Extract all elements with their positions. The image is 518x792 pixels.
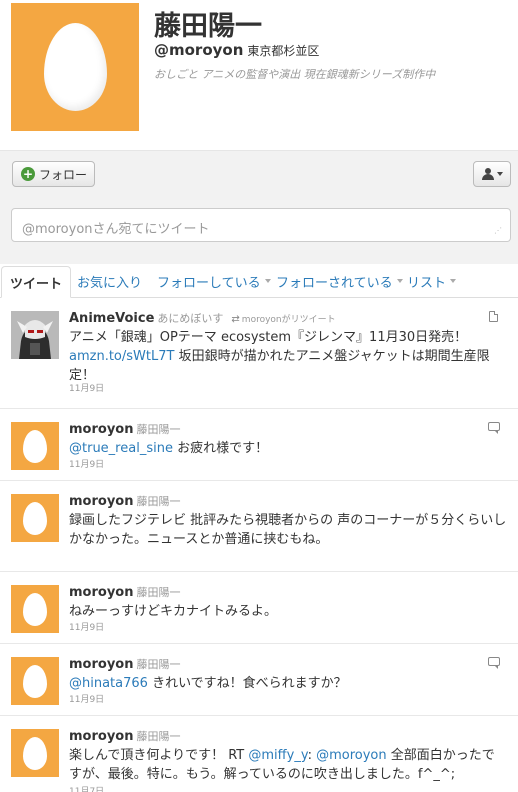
tweet-username[interactable]: AnimeVoice <box>69 311 154 326</box>
tweet-text: @hinata766 きれいですね！食べられますか？ <box>69 674 507 693</box>
tweet-mention[interactable]: @hinata766 <box>69 676 148 691</box>
tab-label: リスト <box>407 275 447 291</box>
profile-bio: おしごと アニメの監督や演出 現在銀魂新シリーズ制作中 <box>154 68 436 81</box>
tweet-text-line: 楽しんで頂き何よりです！ RT <box>69 748 249 763</box>
tweet-item[interactable]: AnimeVoice あにめぼいす ⇄ moroyonがリツイート アニメ「銀魂」OP… <box>0 298 518 409</box>
tweet-text: アニメ「銀魂」OPテーマ ecosystem『ジレンマ』11月30日発売！ am… <box>69 328 507 385</box>
tweet-username[interactable]: moroyon <box>69 657 133 672</box>
tweet-text-line: お疲れ様です！ <box>172 441 269 456</box>
retweet-indicator: ⇄ moroyonがリツイート <box>231 314 336 325</box>
profile-handle: @moroyon 東京都杉並区 <box>154 41 319 59</box>
reply-icon[interactable] <box>488 422 500 434</box>
tab-following[interactable]: フォローしている <box>157 270 271 292</box>
tweet-timestamp[interactable]: 11月9日 <box>69 381 104 394</box>
document-icon[interactable] <box>489 311 498 322</box>
tweet-timestamp[interactable]: 11月9日 <box>69 457 104 470</box>
tab-followers[interactable]: フォローされている <box>276 270 403 292</box>
user-actions-menu-button[interactable] <box>473 161 511 187</box>
profile-header: 藤田陽一 @moroyon 東京都杉並区 おしごと アニメの監督や演出 現在銀魂新… <box>0 0 518 150</box>
tweet-header: AnimeVoice あにめぼいす ⇄ moroyonがリツイート <box>69 310 336 326</box>
tab-favorites[interactable]: お気に入り <box>77 270 142 292</box>
tweet-header: moroyon 藤田陽一 <box>69 728 180 744</box>
tweet-timestamp[interactable]: 11月9日 <box>69 620 104 633</box>
profile-name: 藤田陽一 <box>154 11 262 42</box>
profile-screen-name: @moroyon <box>154 41 244 59</box>
tweet-username[interactable]: moroyon <box>69 422 133 437</box>
tweet-item[interactable]: moroyon 藤田陽一 ねみーっすけどキカナイトみるよ。 11月9日 <box>0 572 518 644</box>
plus-icon: + <box>21 167 35 181</box>
tweet-text: 録画したフジテレビ 批評みたら視聴者からの 声のコーナーが５分くらいしかなかった… <box>69 513 507 547</box>
tweet-text: @true_real_sine お疲れ様です！ <box>69 439 507 458</box>
profile-tabs: ツイート お気に入り フォローしている フォローされている リスト <box>0 264 518 298</box>
tab-label: フォローしている <box>157 275 261 291</box>
tweet-link[interactable]: amzn.to/sWtL7T <box>69 349 174 364</box>
tweet-header: moroyon 藤田陽一 <box>69 493 180 509</box>
tweet-fullname: あにめぼいす <box>157 312 224 325</box>
tweet-avatar[interactable] <box>11 585 59 633</box>
compose-placeholder: @moroyonさん宛てにツイート <box>22 222 210 237</box>
tweet-item[interactable]: moroyon 藤田陽一 @hinata766 きれいですね！食べられますか？ 1… <box>0 644 518 716</box>
tweet-username[interactable]: moroyon <box>69 729 133 744</box>
tweet-username[interactable]: moroyon <box>69 585 133 600</box>
tweet-text: 楽しんで頂き何よりです！ RT @miffy_y: @moroyon 全部面白か… <box>69 746 507 784</box>
tweet-avatar[interactable] <box>11 657 59 705</box>
tweet-mention[interactable]: @miffy_y <box>248 748 307 763</box>
egg-avatar-icon <box>44 23 107 111</box>
tweet-fullname: 藤田陽一 <box>136 495 181 508</box>
compose-area: @moroyonさん宛てにツイート ⋰ <box>0 200 518 264</box>
tweet-avatar[interactable] <box>11 494 59 542</box>
follow-button[interactable]: + フォロー <box>12 161 95 187</box>
tweet-text: ねみーっすけどキカナイトみるよ。 <box>69 604 278 619</box>
robot-avatar-icon <box>11 311 59 359</box>
tweet-text-line: アニメ「銀魂」OPテーマ ecosystem『ジレンマ』11月30日発売！ <box>69 330 468 345</box>
profile-location: 東京都杉並区 <box>247 44 320 58</box>
action-bar: + フォロー <box>0 150 518 200</box>
caret-down-icon <box>496 172 503 176</box>
tab-label: フォローされている <box>276 275 393 291</box>
caret-down-icon <box>264 279 271 283</box>
follow-button-label: フォロー <box>39 167 88 182</box>
tweet-item[interactable]: moroyon 藤田陽一 録画したフジテレビ 批評みたら視聴者からの 声のコーナー… <box>0 481 518 572</box>
tweet-avatar[interactable] <box>11 422 59 470</box>
tweet-fullname: 藤田陽一 <box>136 658 181 671</box>
tweet-compose-input[interactable]: @moroyonさん宛てにツイート ⋰ <box>11 208 511 242</box>
caret-down-icon <box>396 279 403 283</box>
egg-avatar-icon <box>23 665 47 698</box>
tweet-fullname: 藤田陽一 <box>136 730 181 743</box>
tab-lists[interactable]: リスト <box>407 270 457 292</box>
tab-tweets[interactable]: ツイート <box>1 266 72 298</box>
tweet-timestamp[interactable]: 11月7日 <box>69 784 104 792</box>
tweet-fullname: 藤田陽一 <box>136 423 181 436</box>
egg-avatar-icon <box>23 593 47 626</box>
retweeted-by-label: moroyonがリツイート <box>241 315 336 325</box>
tweet-username[interactable]: moroyon <box>69 494 133 509</box>
tweet-mention[interactable]: @true_real_sine <box>69 441 173 456</box>
tab-label: お気に入り <box>77 275 143 291</box>
egg-avatar-icon <box>23 502 47 535</box>
tweet-avatar[interactable] <box>11 729 59 777</box>
tweet-text-line: : <box>307 748 317 763</box>
tweet-item[interactable]: moroyon 藤田陽一 楽しんで頂き何よりです！ RT @miffy_y: @m… <box>0 716 518 792</box>
tweet-header: moroyon 藤田陽一 <box>69 421 180 437</box>
tweet-avatar[interactable] <box>11 311 59 359</box>
retweet-icon: ⇄ <box>231 314 240 325</box>
tab-label: ツイート <box>10 276 63 292</box>
tweet-text-line: きれいですね！食べられますか？ <box>147 676 347 691</box>
egg-avatar-icon <box>23 430 47 463</box>
resize-handle-icon[interactable]: ⋰ <box>494 226 502 235</box>
tweet-mention[interactable]: @moroyon <box>316 748 387 763</box>
tweet-header: moroyon 藤田陽一 <box>69 656 180 672</box>
tweet-timestamp[interactable]: 11月9日 <box>69 692 104 705</box>
tweet-fullname: 藤田陽一 <box>136 586 181 599</box>
egg-avatar-icon <box>23 737 47 770</box>
tweet-header: moroyon 藤田陽一 <box>69 584 180 600</box>
profile-avatar[interactable] <box>11 3 139 131</box>
user-icon <box>481 168 494 180</box>
tweet-item[interactable]: moroyon 藤田陽一 @true_real_sine お疲れ様です！ 11月9… <box>0 409 518 481</box>
reply-icon[interactable] <box>488 657 500 669</box>
caret-down-icon <box>450 279 457 283</box>
